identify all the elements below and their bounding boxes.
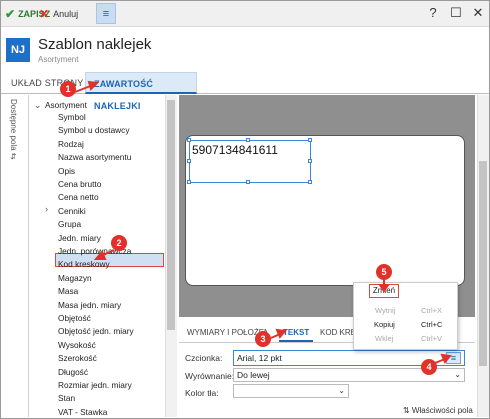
callout-arrowhead-4 [440, 353, 452, 364]
callout-badge-4: 4 [421, 359, 437, 375]
callout-badge-2: 2 [111, 235, 127, 251]
app-window: ✔ ZAPISZ ✕ Anuluj ≡ ? ☐ ✕ NJ Szablon nakle… [0, 0, 490, 419]
callout-badge-3: 3 [255, 331, 271, 347]
callout-arrowhead-2 [93, 250, 107, 260]
callout-arrowhead-3 [275, 328, 287, 339]
callout-badge-5: 5 [376, 264, 392, 280]
callout-arrowhead-1 [87, 80, 100, 91]
callout-arrows [74, 80, 452, 364]
callout-arrowhead-5 [378, 284, 390, 293]
callout-badge-1: 1 [60, 81, 76, 97]
